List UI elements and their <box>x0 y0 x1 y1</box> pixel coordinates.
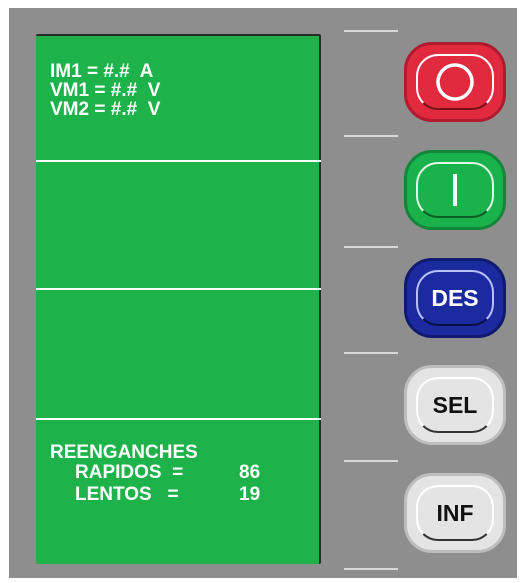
circle-o-icon <box>436 63 474 101</box>
panel-tick <box>344 568 398 570</box>
reclosers-title: REENGANCHES <box>50 442 198 463</box>
reclosers-rapid-value: 86 <box>239 462 261 483</box>
panel-tick <box>344 460 398 462</box>
sel-button-label: SEL <box>432 391 478 418</box>
reclosers-rapid-label: RAPIDOS = <box>75 462 184 483</box>
panel-tick <box>344 246 398 248</box>
des-button-label: DES <box>431 284 479 311</box>
panel-tick <box>344 30 398 32</box>
inf-button-label: INF <box>436 499 474 526</box>
panel-tick <box>344 135 398 137</box>
open-button-face <box>416 54 494 110</box>
lcd-divider <box>36 418 321 420</box>
sel-button-face: SEL <box>416 377 494 433</box>
lcd-divider <box>36 288 321 290</box>
lcd-divider <box>36 160 321 162</box>
des-button[interactable]: DES <box>404 258 506 338</box>
close-button[interactable] <box>404 150 506 230</box>
measurement-im1: IM1 = #.# A <box>50 61 154 82</box>
inf-button[interactable]: INF <box>404 473 506 553</box>
inf-button-face: INF <box>416 485 494 541</box>
vertical-bar-icon <box>453 174 457 206</box>
measurement-vm2: VM2 = #.# V <box>50 99 161 120</box>
measurement-vm1: VM1 = #.# V <box>50 80 161 101</box>
reclosers-slow-value: 19 <box>239 484 261 505</box>
sel-button[interactable]: SEL <box>404 365 506 445</box>
reclosers-slow-label: LENTOS = <box>75 484 179 505</box>
des-button-face: DES <box>416 270 494 326</box>
panel-tick <box>344 352 398 354</box>
close-button-face <box>416 162 494 218</box>
open-button[interactable] <box>404 42 506 122</box>
